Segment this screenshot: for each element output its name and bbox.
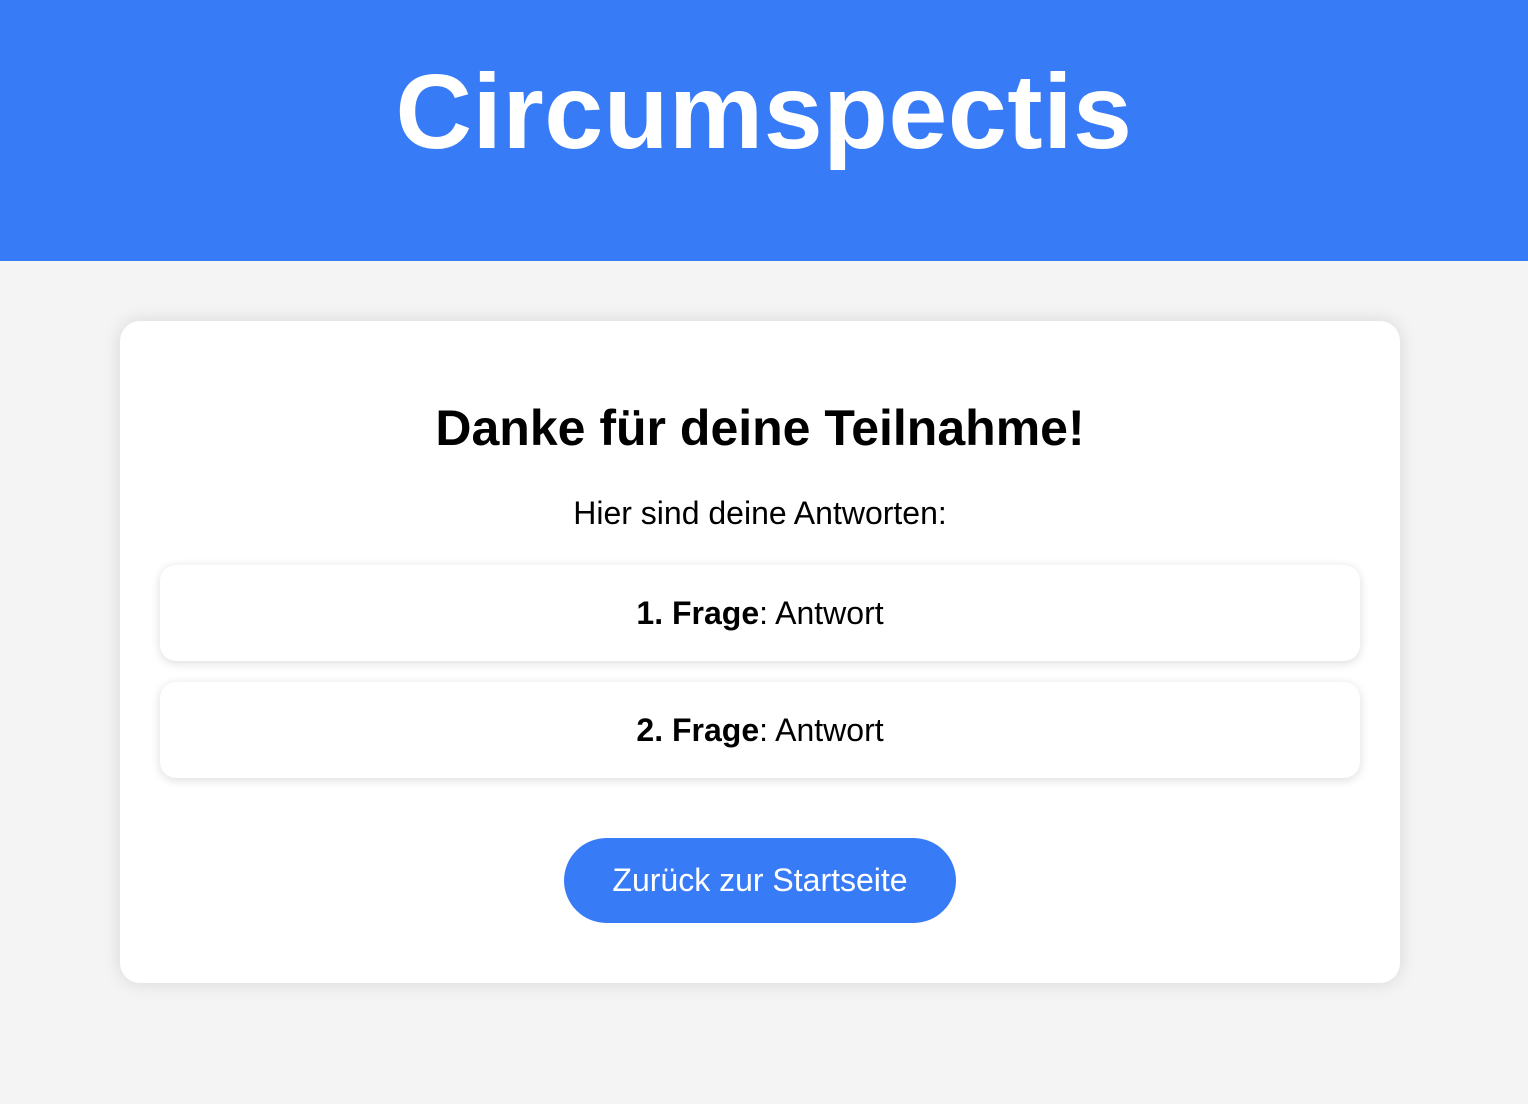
answer-question: 1. Frage <box>636 595 760 631</box>
back-to-home-button[interactable]: Zurück zur Startseite <box>564 838 956 923</box>
answer-question: 2. Frage <box>636 712 760 748</box>
thanks-heading: Danke für deine Teilnahme! <box>435 400 1085 456</box>
answer-value: Antwort <box>768 595 884 631</box>
result-card: Danke für deine Teilnahme! Hier sind dei… <box>120 321 1400 983</box>
answers-intro: Hier sind deine Antworten: <box>573 495 947 531</box>
answer-value: Antwort <box>768 712 884 748</box>
page-header: Circumspectis <box>0 0 1528 261</box>
answer-separator: : <box>759 595 768 631</box>
answer-separator: : <box>759 712 768 748</box>
site-title: Circumspectis <box>395 53 1133 171</box>
answer-item: 2. Frage: Antwort <box>160 682 1360 778</box>
answer-item: 1. Frage: Antwort <box>160 565 1360 661</box>
